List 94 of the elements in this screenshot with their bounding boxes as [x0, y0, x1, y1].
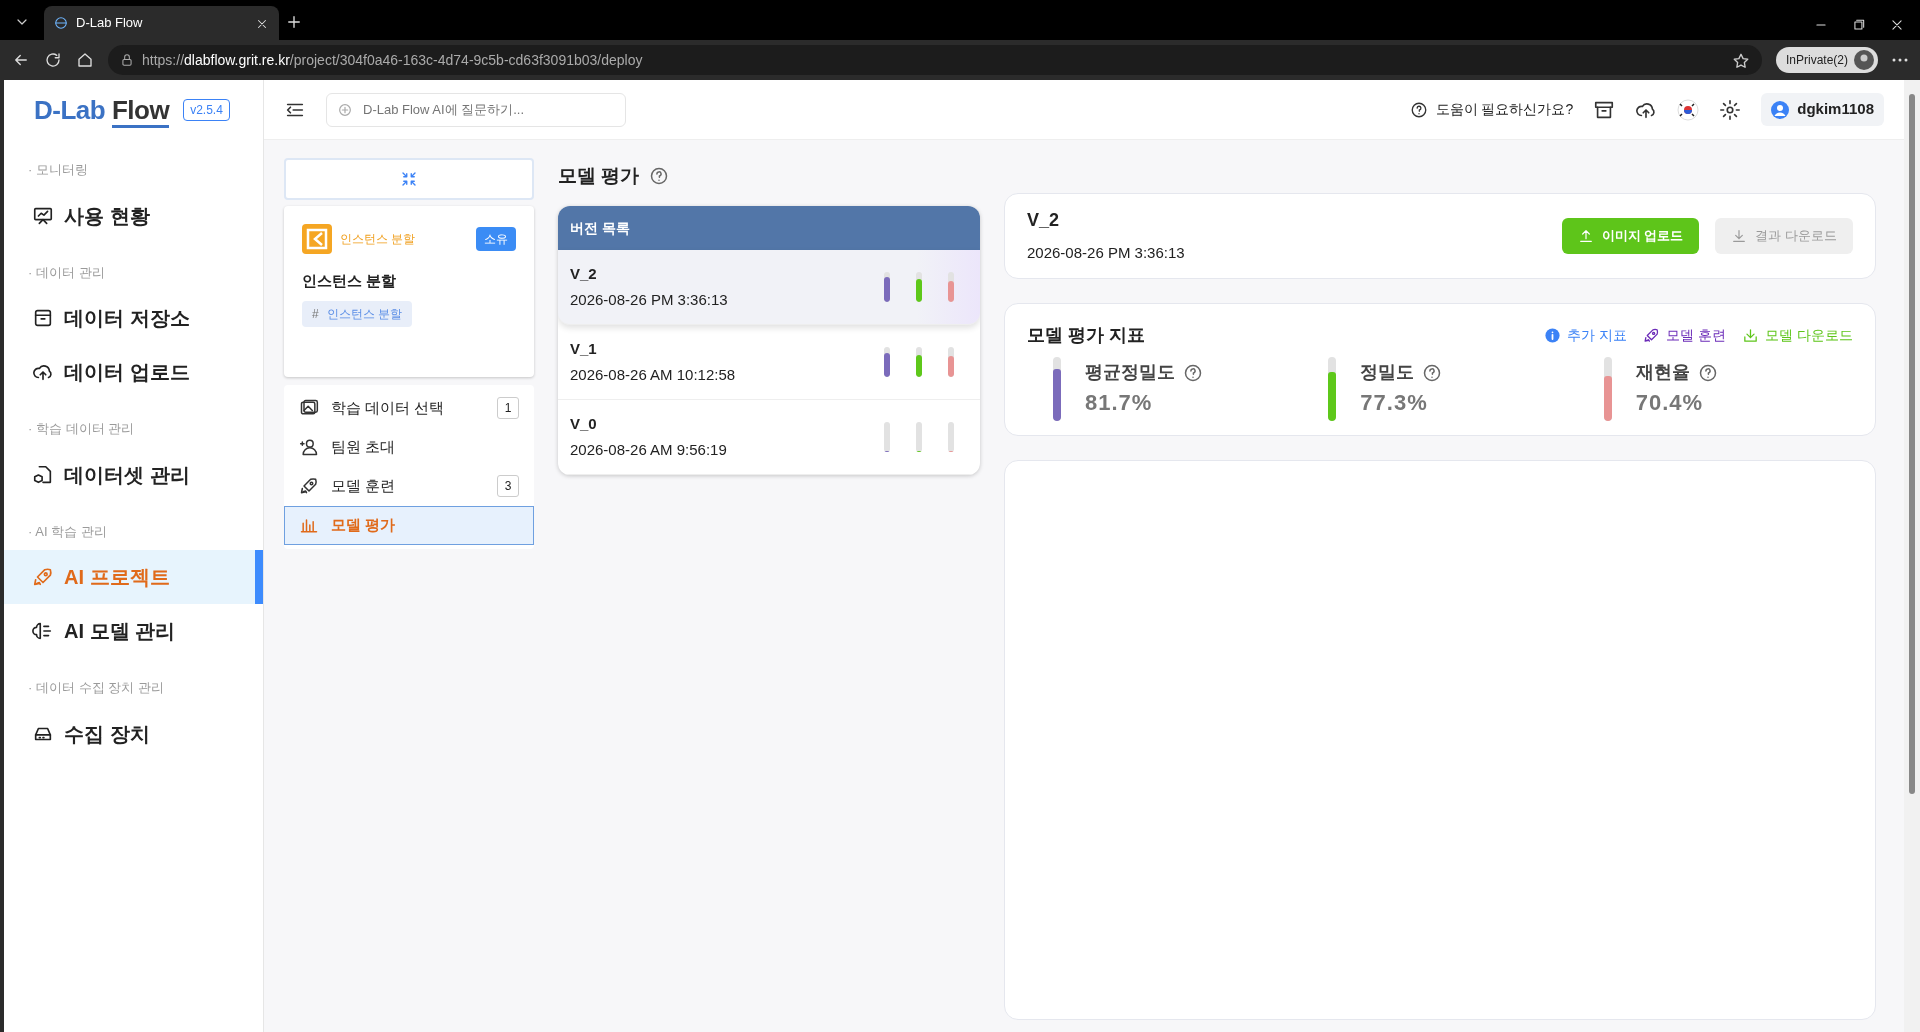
- flag-icon[interactable]: [1677, 98, 1700, 121]
- avatar-icon: [1854, 50, 1874, 70]
- metric-action-link[interactable]: 추가 지표: [1544, 325, 1628, 346]
- more-menu-icon[interactable]: [1892, 58, 1908, 62]
- rocket-icon: [299, 476, 319, 496]
- project-tag[interactable]: # 인스턴스 분할: [302, 300, 413, 327]
- step-count: 3: [497, 475, 519, 497]
- version-date: 2026-08-26 AM 10:12:58: [570, 365, 736, 385]
- collapse-arrows-icon: [400, 170, 418, 188]
- segmentation-icon: [302, 224, 332, 254]
- metric-value: 81.7%: [1085, 389, 1154, 417]
- help-link[interactable]: 도움이 필요하신가요?: [1409, 99, 1574, 120]
- version-tag: v2.5.4: [183, 99, 230, 121]
- inprivate-profile-button[interactable]: InPrivate(2): [1775, 47, 1878, 73]
- metric-action-link[interactable]: 모델 훈련: [1643, 325, 1727, 346]
- sidebar-item[interactable]: 데이터 업로드: [4, 345, 263, 399]
- mini-metric-bar: [916, 422, 922, 452]
- mini-metric-bar: [916, 347, 922, 377]
- mini-metric-bar: [948, 422, 954, 452]
- step-menu-item[interactable]: 학습 데이터 선택 1: [284, 388, 534, 428]
- card-title: 모델 평가 지표: [1027, 324, 1145, 347]
- app-logo[interactable]: D-Lab Flow: [34, 90, 170, 130]
- archive-box-icon: [32, 307, 54, 329]
- metric-label: 재현율: [1635, 361, 1690, 384]
- close-icon: [1890, 18, 1904, 32]
- image-icon: [299, 398, 319, 418]
- globe-icon: [54, 16, 68, 30]
- add-user-icon: [299, 437, 319, 457]
- sidebar-section-label: · 모니터링: [27, 161, 89, 179]
- rocket-icon: [32, 566, 54, 588]
- sidebar-section-label: · 데이터 수집 장치 관리: [27, 679, 165, 697]
- favorite-star-icon: [1731, 51, 1750, 70]
- upload-icon: [1577, 228, 1594, 244]
- sidebar-item[interactable]: AI 모델 관리: [4, 604, 263, 658]
- help-icon: [1422, 362, 1443, 383]
- help-icon: [649, 166, 670, 186]
- version-date: 2026-08-26 PM 3:36:13: [570, 290, 728, 310]
- version-row[interactable]: V_1 2026-08-26 AM 10:12:58: [558, 325, 980, 400]
- sidebar-section-label: · AI 학습 관리: [27, 522, 108, 541]
- rocket-icon: [1643, 327, 1661, 344]
- search-input[interactable]: D-Lab Flow AI에 질문하기...: [361, 98, 615, 121]
- metric-value: 70.4%: [1635, 389, 1705, 417]
- sidebar-item[interactable]: 데이터셋 관리: [4, 447, 263, 502]
- panel-title: 버전 목록: [570, 218, 630, 238]
- download-icon: [1731, 228, 1748, 244]
- version-date: 2026-08-26 PM 3:36:13: [1027, 243, 1185, 264]
- user-avatar-icon: [1771, 100, 1790, 119]
- version-name: V_1: [570, 338, 598, 359]
- help-icon: [1183, 362, 1203, 383]
- step-menu-item[interactable]: 모델 훈련 3: [284, 466, 534, 506]
- project-name: 인스턴스 분할: [302, 271, 398, 291]
- metric-value: 77.3%: [1360, 389, 1429, 417]
- reload-icon: [44, 51, 62, 69]
- mini-metric-bar: [884, 422, 890, 452]
- user-menu-button[interactable]: dgkim1108: [1761, 93, 1884, 126]
- scrollbar-thumb[interactable]: [1909, 94, 1915, 794]
- lock-icon: [120, 53, 134, 67]
- sidebar-section-label: · 학습 데이터 관리: [27, 420, 136, 438]
- home-icon: [76, 51, 94, 69]
- mini-metric-bar: [948, 272, 954, 302]
- ai-search-field[interactable]: D-Lab Flow AI에 질문하기...: [326, 92, 626, 127]
- step-menu-item[interactable]: 팀원 초대: [284, 427, 534, 467]
- mini-metric-bar: [884, 347, 890, 377]
- sidebar-item[interactable]: 데이터 저장소: [4, 291, 263, 345]
- download-icon: [1742, 327, 1760, 344]
- sidebar-section-label: · 데이터 관리: [27, 263, 106, 282]
- version-name: V_2: [1027, 209, 1061, 233]
- url-text: https://dlabflow.grit.re.kr/project/304f0a46-163c-4d74-9c5b-cd63f3091b03/deploy: [142, 50, 643, 70]
- project-type-label: 인스턴스 분할: [340, 231, 416, 248]
- version-name: V_0: [570, 413, 598, 434]
- version-row[interactable]: V_2 2026-08-26 PM 3:36:13: [558, 250, 980, 325]
- metric-bar: [1328, 357, 1337, 421]
- metric-label: 평균정밀도: [1085, 361, 1175, 384]
- sidebar-item[interactable]: 수집 장치: [4, 706, 263, 761]
- page-title: 모델 평가: [558, 163, 640, 188]
- restore-icon: [1852, 18, 1866, 32]
- help-icon: [1409, 100, 1428, 119]
- help-icon: [1697, 362, 1718, 383]
- address-bar[interactable]: https://dlabflow.grit.re.kr/project/304f0a46-163c-4d74-9c5b-cd63f3091b03/deploy: [108, 45, 1762, 75]
- mini-metric-bar: [948, 347, 954, 377]
- version-name: V_2: [570, 263, 598, 284]
- mini-metric-bar: [916, 272, 922, 302]
- dataset-file-icon: [32, 463, 54, 486]
- metric-label: 정밀도: [1360, 361, 1415, 384]
- metric-bar: [1603, 357, 1612, 421]
- version-row[interactable]: V_0 2026-08-26 AM 9:56:19: [558, 400, 980, 475]
- step-count: 1: [497, 397, 519, 419]
- sidebar-item[interactable]: 사용 현황: [4, 188, 263, 243]
- version-date: 2026-08-26 AM 9:56:19: [570, 440, 727, 460]
- info-icon: [1544, 327, 1562, 344]
- browser-tab[interactable]: D-Lab Flow: [44, 6, 279, 40]
- metric-bar: [1053, 357, 1061, 421]
- mini-metric-bar: [884, 272, 890, 302]
- ownership-badge: 소유: [476, 227, 516, 251]
